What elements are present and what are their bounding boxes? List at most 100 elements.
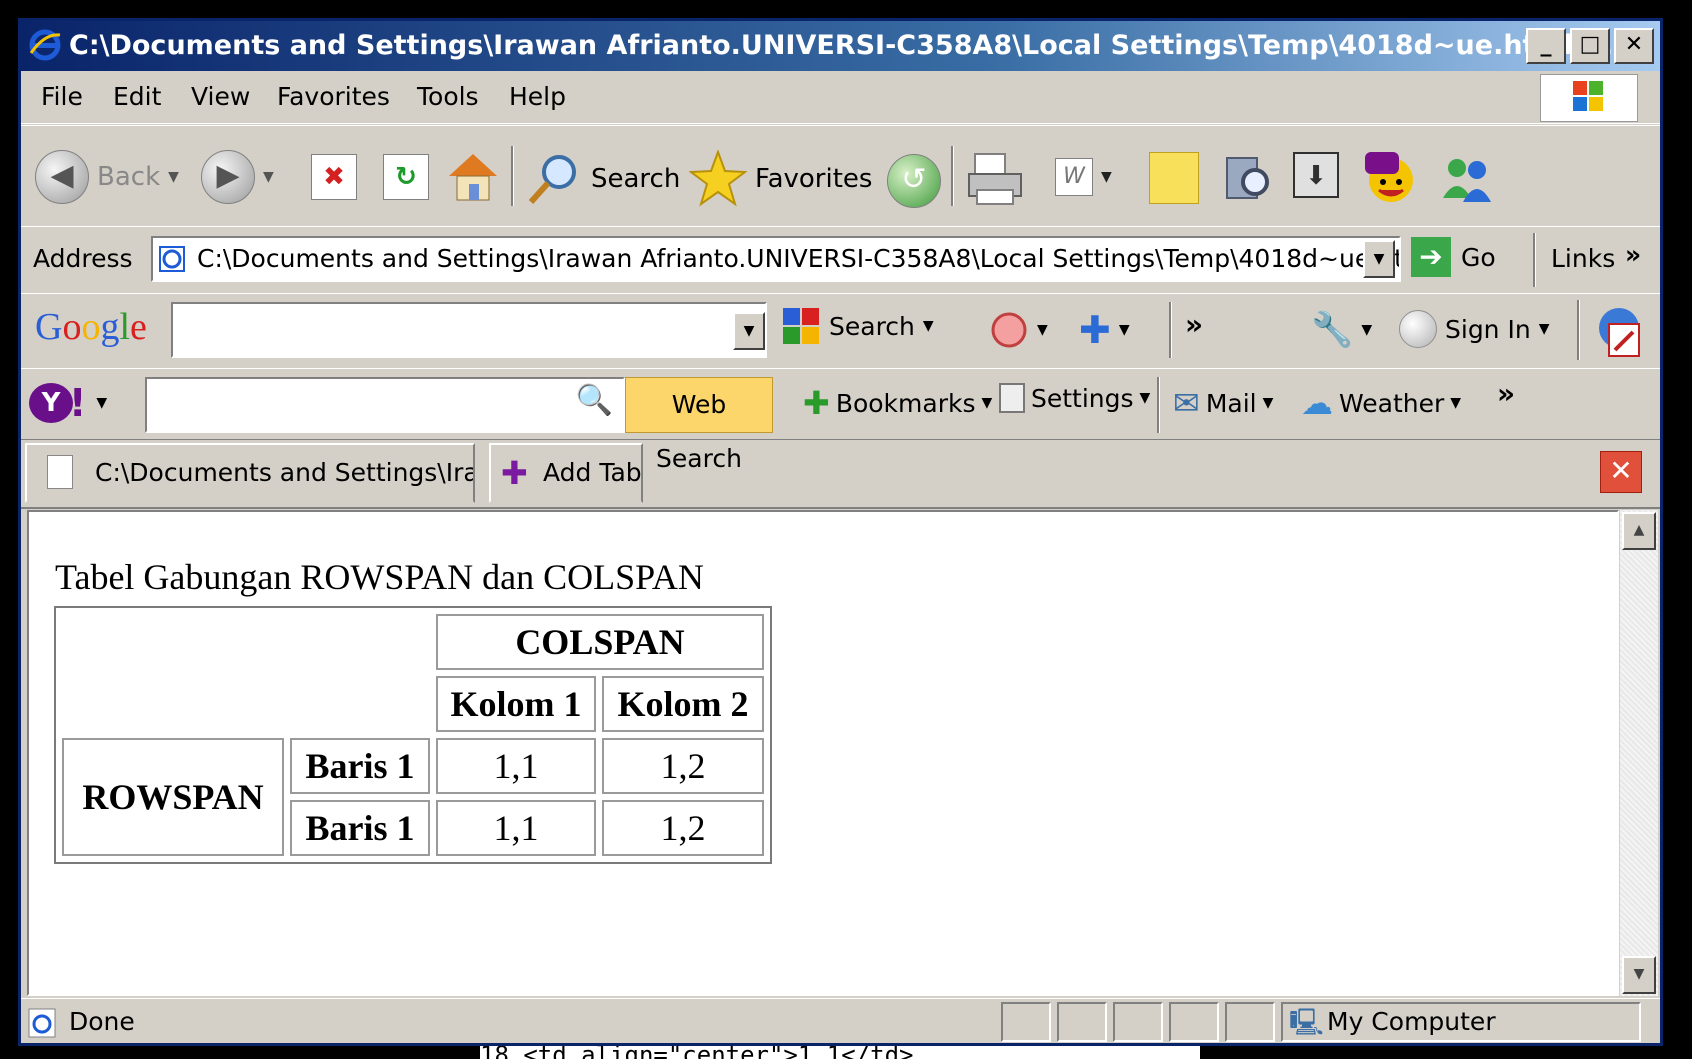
pdf-icon[interactable] xyxy=(1591,304,1647,360)
links-more-chevron[interactable]: » xyxy=(1625,227,1641,283)
back-dropdown-icon[interactable]: ▼ xyxy=(168,169,179,185)
menu-file[interactable]: File xyxy=(41,71,83,123)
add-tab-button[interactable]: ✚ Add Tab xyxy=(489,443,643,503)
settings-dropdown-icon[interactable]: ▼ xyxy=(1361,322,1372,338)
word-icon: W xyxy=(1055,158,1093,196)
sign-in-button[interactable]: Sign In ▼ xyxy=(1399,310,1549,348)
status-panel xyxy=(1113,1002,1163,1042)
computer-icon: 🖳 xyxy=(1289,1008,1324,1038)
menu-tools[interactable]: Tools xyxy=(417,71,479,123)
google-settings-button[interactable]: 🔧 ▼ xyxy=(1311,310,1372,350)
yahoo-more-chevron[interactable]: » xyxy=(1497,377,1515,410)
discuss-button[interactable] xyxy=(1149,152,1199,204)
research-button[interactable] xyxy=(1221,150,1275,206)
address-input[interactable]: C:\Documents and Settings\Irawan Afriant… xyxy=(151,236,1401,282)
sign-in-label: Sign In xyxy=(1445,314,1531,344)
page-viewport: Tabel Gabungan ROWSPAN dan COLSPAN COLSP… xyxy=(27,510,1619,996)
google-search-dropdown-icon[interactable]: ▼ xyxy=(733,312,765,350)
google-options-button[interactable]: ▼ xyxy=(989,310,1048,350)
title-bar[interactable]: C:\Documents and Settings\Irawan Afriant… xyxy=(21,21,1660,71)
edit-dropdown-icon[interactable]: ▼ xyxy=(1101,169,1112,185)
table-cell: 1,2 xyxy=(602,800,764,856)
scroll-up-arrow-icon[interactable]: ▲ xyxy=(1622,512,1656,550)
contacts-button[interactable] xyxy=(1437,148,1497,208)
search-icon xyxy=(528,155,576,205)
messenger-button[interactable]: ⬇ xyxy=(1293,152,1339,198)
yahoo-logo-button[interactable]: Y ! ▼ xyxy=(29,383,107,423)
popup-dropdown-icon[interactable]: ▼ xyxy=(1037,322,1048,338)
plus-dropdown-icon[interactable]: ▼ xyxy=(1119,322,1130,338)
ie-icon xyxy=(29,29,61,61)
menu-edit[interactable]: Edit xyxy=(113,71,161,123)
settings-button[interactable]: Settings ▼ xyxy=(999,383,1150,413)
yahoo-messenger-button[interactable] xyxy=(1361,148,1421,208)
google-plus-button[interactable]: ✚ ▼ xyxy=(1079,310,1130,350)
header-kolom-1: Kolom 1 xyxy=(436,676,596,732)
bookmarks-button[interactable]: ✚ Bookmarks ▼ xyxy=(803,383,992,423)
google-separator xyxy=(1169,302,1172,358)
page-icon xyxy=(159,246,185,272)
row-label: Baris 1 xyxy=(290,738,430,794)
weather-dropdown-icon[interactable]: ▼ xyxy=(1450,395,1461,411)
table-cell: 1,1 xyxy=(436,738,596,794)
google-more-chevron[interactable]: » xyxy=(1185,308,1203,341)
search-button[interactable]: Search xyxy=(525,152,680,206)
google-search-chevron-icon[interactable]: ▼ xyxy=(923,318,934,334)
google-toolbar: Google ▼ Search ▼ ▼ ✚ ▼ » 🔧 ▼ Sign In ▼ xyxy=(21,293,1660,369)
mail-button[interactable] xyxy=(965,150,1025,208)
settings-icon xyxy=(999,383,1025,413)
browser-window: C:\Documents and Settings\Irawan Afriant… xyxy=(18,18,1663,1046)
yahoo-dropdown-icon[interactable]: ▼ xyxy=(96,395,107,411)
address-separator xyxy=(1533,233,1536,287)
go-button[interactable]: ➔ Go xyxy=(1411,237,1496,277)
web-search-button[interactable]: Web Search xyxy=(625,377,773,473)
address-dropdown-icon[interactable]: ▼ xyxy=(1363,240,1395,278)
yahoo-exclaim: ! xyxy=(69,381,87,425)
weather-button[interactable]: ☁ Weather ▼ xyxy=(1301,383,1461,423)
empty-corner-cell xyxy=(62,614,430,732)
address-bar: Address C:\Documents and Settings\Irawan… xyxy=(21,226,1660,294)
forward-dropdown-icon[interactable]: ▼ xyxy=(263,169,274,185)
history-button[interactable]: ↺ xyxy=(887,154,941,208)
sign-in-dropdown-icon[interactable]: ▼ xyxy=(1539,321,1550,337)
tab-current-label: C:\Documents and Settings\Ira... xyxy=(95,458,475,487)
maximize-button[interactable]: □ xyxy=(1570,28,1610,64)
vertical-scrollbar[interactable]: ▲ ▼ xyxy=(1620,510,1658,996)
mail-button[interactable]: ✉ Mail ▼ xyxy=(1173,383,1273,423)
close-tab-icon[interactable]: ✕ xyxy=(1600,451,1642,493)
edit-button[interactable]: W ▼ xyxy=(1055,158,1112,196)
background-code-text: 18 <td align="center">1,1</td> xyxy=(480,1046,1200,1059)
back-arrow-icon: ◀ xyxy=(35,150,89,204)
yahoo-search-input[interactable]: 🔍 xyxy=(145,377,625,433)
menu-favorites[interactable]: Favorites xyxy=(277,71,390,123)
yahoo-messenger-icon xyxy=(1365,152,1413,202)
favorites-button[interactable]: Favorites xyxy=(689,150,872,208)
magnifier-icon[interactable]: 🔍 xyxy=(576,383,613,418)
google-search-input[interactable] xyxy=(171,302,767,358)
menu-view[interactable]: View xyxy=(191,71,250,123)
table-caption: Tabel Gabungan ROWSPAN dan COLSPAN xyxy=(55,557,704,597)
popup-blocker-icon xyxy=(991,312,1027,348)
star-icon xyxy=(689,150,747,207)
merged-table: COLSPAN Kolom 1 Kolom 2 ROWSPAN Baris 1 … xyxy=(54,606,772,864)
home-button[interactable] xyxy=(445,150,501,204)
refresh-button[interactable]: ↻ xyxy=(383,154,429,200)
close-button[interactable]: ✕ xyxy=(1614,28,1654,64)
google-search-button[interactable]: Search ▼ xyxy=(781,306,934,346)
google-g-icon xyxy=(783,308,819,344)
favorites-label: Favorites xyxy=(755,164,873,194)
minimize-button[interactable]: _ xyxy=(1526,28,1566,64)
scroll-down-arrow-icon[interactable]: ▼ xyxy=(1622,956,1656,994)
google-search-label: Search xyxy=(829,311,915,341)
address-label: Address xyxy=(33,244,133,273)
tab-current[interactable]: C:\Documents and Settings\Ira... xyxy=(25,443,475,503)
window-title: C:\Documents and Settings\Irawan Afriant… xyxy=(69,30,1634,61)
status-bar: Done 🖳 My Computer xyxy=(21,998,1660,1045)
yahoo-toolbar: Y ! ▼ 🔍 Web Search ✚ Bookmarks ▼ Setting… xyxy=(21,368,1660,473)
stop-button[interactable]: ✖ xyxy=(311,154,357,200)
back-button[interactable]: ◀ Back ▼ xyxy=(35,150,179,204)
links-label[interactable]: Links xyxy=(1551,227,1615,291)
menu-help[interactable]: Help xyxy=(509,71,566,123)
mail-dropdown-icon[interactable]: ▼ xyxy=(1263,395,1274,411)
forward-button[interactable]: ▶ ▼ xyxy=(201,150,274,204)
